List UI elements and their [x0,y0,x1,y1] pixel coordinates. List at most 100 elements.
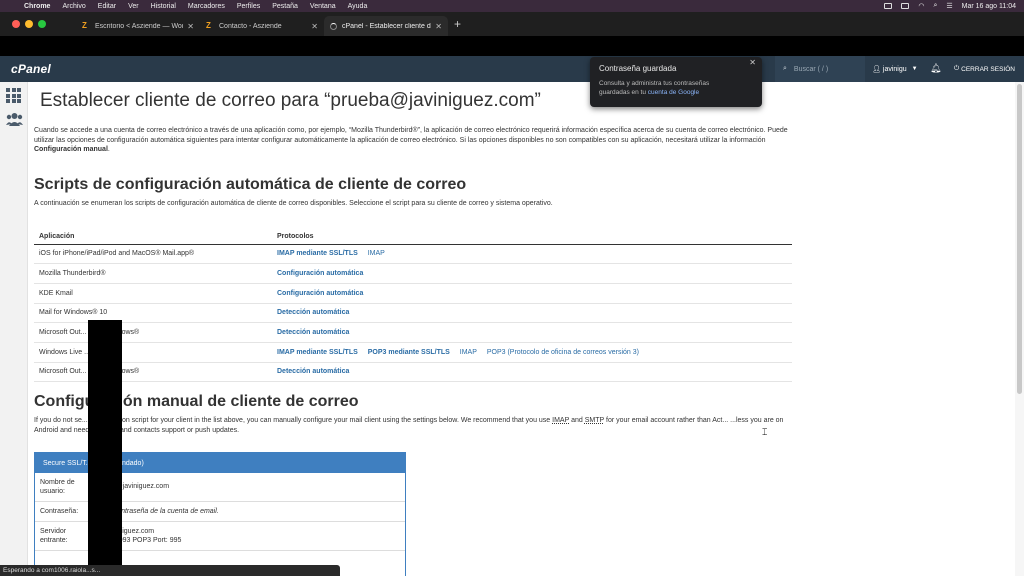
page-title: Establecer cliente de correo para “prueb… [40,90,541,111]
control-center-icon[interactable]: ☰ [946,2,952,10]
protocol-link[interactable]: IMAP [368,250,385,257]
intro-text: Cuando se accede a una cuenta de correo … [34,126,794,155]
new-tab-button[interactable]: + [454,17,461,31]
menu-historial[interactable]: Historial [151,3,176,10]
close-window-button[interactable] [12,20,20,28]
clock-text[interactable]: Mar 16 ago 11:04 [962,3,1016,10]
table-row: KDE Kmail Configuración automática [34,283,792,304]
protocol-link[interactable]: Detección automática [277,329,349,336]
wifi-icon[interactable]: ◠ [918,2,924,10]
search-placeholder: Buscar ( / ) [793,65,829,73]
window-controls [12,20,46,28]
close-icon[interactable]: ✕ [749,58,756,67]
page-scrollbar[interactable] [1015,82,1024,576]
menu-pestana[interactable]: Pestaña [272,3,298,10]
tab-title: Contacto - Asziende [219,22,282,30]
menu-perfiles[interactable]: Perfiles [237,3,260,10]
sidebar [0,82,28,576]
manual-and: and [571,417,583,424]
search-spotlight-icon[interactable]: ⌕ [933,2,937,10]
intro-text-body: Cuando se accede a una cuenta de correo … [34,127,788,144]
menu-app-name[interactable]: Chrome [24,3,50,10]
popup-text: Consulta y administra tus contraseñas gu… [599,79,729,97]
apps-grid-icon[interactable] [6,88,23,103]
cpanel-logo[interactable]: cPanel [11,62,51,76]
protocol-link[interactable]: IMAP [460,349,477,356]
minimize-window-button[interactable] [25,20,33,28]
app-name: Windows Live ... [34,342,272,363]
mouse-cursor-icon: ⌶ [762,427,768,437]
bell-icon[interactable]: 🔔︎ [930,63,941,74]
auto-config-heading: Scripts de configuración automática de c… [34,176,467,193]
caret-down-icon: ▼ [911,66,918,72]
close-tab-icon[interactable]: ✕ [187,22,194,31]
screen-mirroring-icon[interactable] [884,3,893,9]
intro-end: . [107,146,110,153]
tab-title: Escritorio < Asziende — WordP... [95,22,183,30]
scrollbar-thumb[interactable] [1017,84,1022,394]
menu-archivo[interactable]: Archivo [62,3,85,10]
google-account-link[interactable]: cuenta de Google [648,89,699,96]
macos-menu-bar: Chrome Archivo Editar Ver Historial Marc… [0,0,1024,12]
table-row: iOS for iPhone/iPad/iPod and MacOS® Mail… [34,244,792,265]
loading-spinner-icon [330,22,337,30]
protocol-link[interactable]: POP3 (Protocolo de oficina de correos ve… [487,349,639,356]
menu-editar[interactable]: Editar [98,3,116,10]
logout-icon: ⏻ [954,65,960,72]
app-name: iOS for iPhone/iPad/iPod and MacOS® Mail… [34,244,272,265]
menu-marcadores[interactable]: Marcadores [188,3,225,10]
auto-config-description: A continuación se enumeran los scripts d… [34,200,553,207]
logout-label: CERRAR SESIÓN [961,65,1015,73]
intro-bold-link: Configuración manual [34,146,108,153]
protocol-link[interactable]: Detección automática [277,309,349,316]
wordpress-icon: Z [206,21,211,30]
close-tab-icon[interactable]: ✕ [435,22,442,31]
search-input[interactable]: ⌕ Buscar ( / ) [775,56,865,82]
cpanel-header: cPanel ⌕ Buscar ( / ) 👤︎ javinigu ▼ 🔔︎ ⏻… [0,56,1024,82]
app-name: Microsoft Out... ® for Windows® [34,362,272,383]
protocol-link[interactable]: IMAP mediante SSL/TLS [277,349,358,356]
username: javinigu [882,65,907,73]
protocol-link[interactable]: IMAP mediante SSL/TLS [277,250,358,257]
browser-status-bar: Esperando a com1006.raiola...s... [0,565,340,576]
protocol-link[interactable]: Configuración automática [277,290,363,297]
table-row: Windows Live ... IMAP mediante SSL/TLS P… [34,342,792,363]
menu-ventana[interactable]: Ventana [310,3,336,10]
smtp-abbr: SMTP [584,417,605,424]
tab-contacto[interactable]: Z Contacto - Asziende ✕ [200,16,324,36]
user-menu[interactable]: 👤︎ javinigu ▼ [872,56,918,82]
tab-cpanel[interactable]: cPanel - Establecer cliente de c... ✕ [324,16,448,36]
table-row: Microsoft Out... ® for Windows® Detecció… [34,362,792,383]
app-name: KDE Kmail [34,283,272,304]
menu-ayuda[interactable]: Ayuda [348,3,368,10]
user-icon: 👤︎ [872,66,881,73]
wordpress-icon: Z [82,21,87,30]
table-row: Mozilla Thunderbird® Configuración autom… [34,263,792,284]
zoom-window-button[interactable] [38,20,46,28]
password-saved-popup: ✕ Contraseña guardada Consulta y adminis… [590,57,762,107]
users-icon[interactable] [6,112,23,127]
manual-config-description: If you do not se... configuration script… [34,416,794,435]
popup-title: Contraseña guardada [599,64,677,73]
col-protocolos: Protocolos [272,229,792,245]
protocol-link[interactable]: Detección automática [277,368,349,375]
menu-ver[interactable]: Ver [128,3,139,10]
search-icon: ⌕ [783,65,787,72]
col-aplicacion: Aplicación [34,229,272,245]
browser-tab-bar: Z Escritorio < Asziende — WordP... ✕ Z C… [0,12,1024,36]
tab-escritorio[interactable]: Z Escritorio < Asziende — WordP... ✕ [76,16,200,36]
display-icon[interactable] [901,3,910,9]
tab-title: cPanel - Establecer cliente de c... [342,22,431,30]
protocol-link[interactable]: Configuración automática [277,270,363,277]
manual-config-heading: Configuración manual de cliente de corre… [34,393,359,410]
address-bar-area [0,36,1024,56]
protocol-link[interactable]: POP3 mediante SSL/TLS [368,349,450,356]
status-area: ◠ ⌕ ☰ Mar 16 ago 11:04 [884,0,1016,12]
redaction-bar [88,320,122,576]
imap-abbr: IMAP [552,417,570,424]
close-tab-icon[interactable]: ✕ [311,22,318,31]
table-row: Microsoft Out... ® for Windows® Detecció… [34,322,792,343]
table-row: Mail for Windows® 10 Detección automátic… [34,303,792,324]
autoconfig-table: Aplicación Protocolos iOS for iPhone/iPa… [34,229,792,383]
logout-button[interactable]: ⏻ CERRAR SESIÓN [954,56,1015,82]
